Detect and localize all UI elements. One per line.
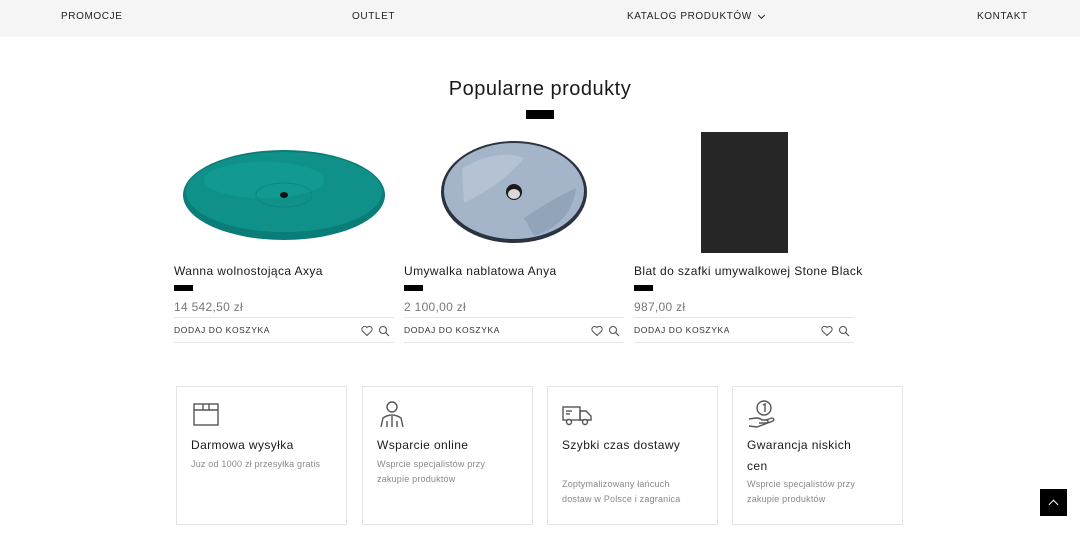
feature-title: Wsparcie online [377,438,469,452]
add-to-cart-button[interactable]: DODAJ DO KOSZYKA [634,325,730,335]
heart-icon[interactable] [361,324,373,337]
product-price: 987,00 zł [634,300,686,314]
divider [174,317,394,318]
nav-item-kontakt[interactable]: KONTAKT [977,11,1028,22]
divider [634,317,854,318]
product-card: Umywalka nablatowa Anya 2 100,00 zł DODA… [404,128,624,344]
product-price: 2 100,00 zł [404,300,467,314]
add-to-cart-button[interactable]: DODAJ DO KOSZYKA [174,325,270,335]
box-icon [191,399,221,429]
product-name[interactable]: Umywalka nablatowa Anya [404,264,557,278]
add-to-cart-button[interactable]: DODAJ DO KOSZYKA [404,325,500,335]
search-icon[interactable] [838,324,850,337]
feature-description: Wsprcie specjalistów przy zakupie produk… [377,459,486,484]
divider [404,342,624,343]
nav-item-label: OUTLET [352,11,396,22]
product-image[interactable] [404,128,624,256]
product-badge [174,285,193,291]
product-image[interactable] [634,128,854,256]
delivery-truck-icon [562,399,592,429]
divider [634,342,854,343]
nav-item-label: KONTAKT [977,11,1028,22]
feature-title: Gwarancja niskich cen [747,438,852,473]
product-name[interactable]: Wanna wolnostojąca Axya [174,264,323,278]
product-price: 14 542,50 zł [174,300,243,314]
title-underline [526,110,554,119]
feature-description: Wsprcie specjalistów przy zakupie produk… [747,479,856,504]
feature-title: Darmowa wysyłka [191,438,294,452]
feature-card: Wsparcie online Wsprcie specjalistów prz… [362,386,533,525]
feature-description: Zoptymalizowany łańcuch dostaw w Polsce … [562,479,681,504]
product-badge [404,285,423,291]
nav-item-promocje[interactable]: PROMOCJE [61,11,122,22]
heart-icon[interactable] [821,324,833,337]
nav-item-label: KATALOG PRODUKTÓW [627,11,752,22]
top-navigation: PROMOCJE OUTLET KATALOG PRODUKTÓW KONTAK… [0,0,1080,37]
product-badge [634,285,653,291]
divider [404,317,624,318]
section-title: Popularne produkty [448,78,632,100]
nav-item-label: PROMOCJE [61,11,123,22]
product-card: Blat do szafki umywalkowej Stone Black 9… [634,128,862,344]
feature-card: Gwarancja niskich cen Wsprcie specjalist… [732,386,903,525]
feature-card: Darmowa wysyłka Juz od 1000 zł przesyłka… [176,386,347,525]
coin-hand-icon [747,399,777,429]
search-icon[interactable] [378,324,390,337]
divider [174,342,394,343]
feature-card: Szybki czas dostawy Zoptymalizowany łańc… [547,386,718,525]
product-image[interactable] [174,128,394,256]
product-card: Wanna wolnostojąca Axya 14 542,50 zł DOD… [174,128,394,344]
chevron-up-icon [1048,499,1059,510]
feature-description: Juz od 1000 zł przesyłka gratis [191,459,321,469]
support-person-icon [377,399,407,429]
heart-icon[interactable] [591,324,603,337]
scroll-to-top-button[interactable] [1040,489,1067,516]
search-icon[interactable] [608,324,620,337]
chevron-down-icon [757,11,765,19]
nav-item-outlet[interactable]: OUTLET [352,11,395,22]
nav-item-katalog-produktow[interactable]: KATALOG PRODUKTÓW [627,11,765,22]
product-name[interactable]: Blat do szafki umywalkowej Stone Black [634,264,863,278]
feature-title: Szybki czas dostawy [562,438,681,452]
